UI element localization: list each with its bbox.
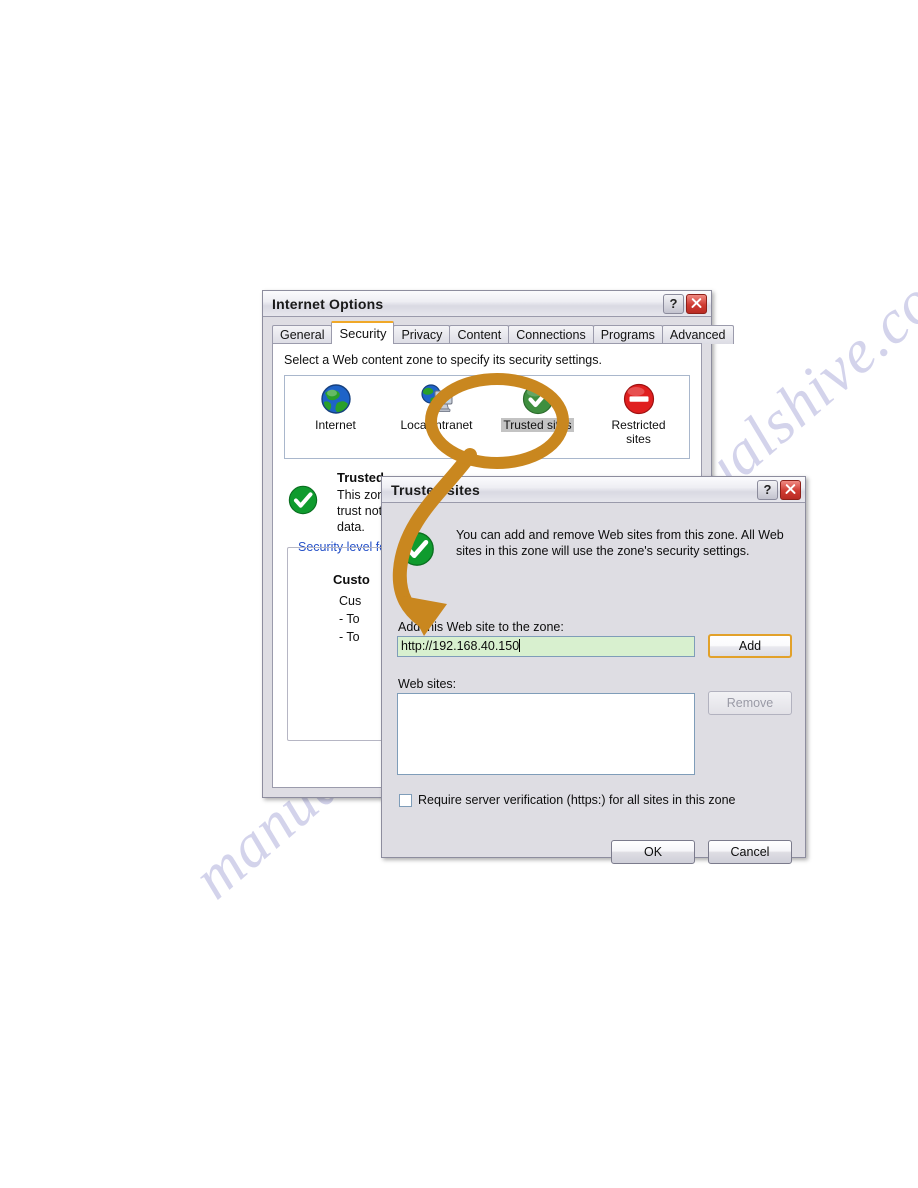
web-sites-label: Web sites:: [398, 677, 457, 691]
remove-button[interactable]: Remove: [708, 691, 792, 715]
dialog-banner-text: You can add and remove Web sites from th…: [456, 528, 784, 558]
zone-restricted-sites[interactable]: Restricted sites: [596, 380, 682, 446]
require-https-row[interactable]: Require server verification (https:) for…: [399, 793, 736, 807]
zone-internet[interactable]: Internet: [293, 380, 379, 432]
security-level-line: Cus: [339, 594, 362, 608]
security-level-title: Custo: [333, 572, 370, 587]
page-root: manualshive.com manualshive.com Internet…: [0, 0, 918, 1188]
zone-local-intranet[interactable]: Local intranet: [394, 380, 480, 432]
zone-label: Local intranet: [400, 418, 473, 432]
trusted-sites-title: Trusted sites: [391, 481, 480, 498]
add-button[interactable]: Add: [708, 634, 792, 658]
cancel-button[interactable]: Cancel: [708, 840, 792, 864]
trusted-sites-dialog: Trusted sites ? You can add and remove W…: [381, 476, 806, 864]
text-caret: [519, 639, 521, 652]
trusted-sites-body: You can add and remove Web sites from th…: [382, 503, 805, 864]
security-level-line: - To: [339, 630, 360, 644]
security-level-line: - To: [339, 612, 360, 626]
help-button[interactable]: ?: [757, 479, 778, 500]
ok-button[interactable]: OK: [611, 840, 695, 864]
tab-connections[interactable]: Connections: [508, 325, 594, 344]
dialog-banner: You can add and remove Web sites from th…: [398, 527, 791, 583]
green-check-icon: [287, 484, 319, 521]
zone-label: Restricted sites: [611, 418, 666, 446]
close-icon[interactable]: [686, 293, 707, 314]
require-https-checkbox[interactable]: [399, 793, 412, 807]
close-icon[interactable]: [780, 479, 801, 500]
tab-security[interactable]: Security: [331, 321, 395, 344]
zone-label: Trusted sites: [501, 418, 574, 432]
green-check-icon: [398, 530, 436, 573]
tab-general[interactable]: General: [272, 325, 333, 344]
green-check-icon: [495, 380, 581, 418]
tabstrip: General Security Privacy Content Connect…: [272, 321, 734, 344]
tab-content[interactable]: Content: [449, 325, 510, 344]
zone-description-title: Trusted: [337, 470, 384, 485]
help-button[interactable]: ?: [663, 293, 684, 314]
add-site-label: Add this Web site to the zone:: [398, 620, 564, 634]
url-input[interactable]: http://192.168.40.150: [397, 636, 695, 657]
require-https-label: Require server verification (https:) for…: [418, 793, 736, 807]
tab-advanced[interactable]: Advanced: [661, 325, 734, 344]
url-input-value: http://192.168.40.150: [401, 639, 520, 653]
zone-label: Internet: [315, 418, 356, 432]
trusted-sites-titlebar: Trusted sites ?: [382, 477, 805, 503]
zone-trusted-sites[interactable]: Trusted sites: [495, 380, 581, 432]
tab-privacy[interactable]: Privacy: [393, 325, 451, 344]
zone-selector: Internet Local intranet Trusted sites Re…: [284, 375, 690, 459]
web-sites-listbox[interactable]: [397, 693, 695, 775]
intranet-icon: [394, 380, 480, 418]
zone-hint-text: Select a Web content zone to specify its…: [284, 353, 602, 367]
globe-icon: [293, 380, 379, 418]
internet-options-titlebar: Internet Options ?: [263, 291, 711, 317]
internet-options-title: Internet Options: [272, 295, 384, 312]
tab-programs[interactable]: Programs: [592, 325, 663, 344]
red-deny-icon: [596, 380, 682, 418]
